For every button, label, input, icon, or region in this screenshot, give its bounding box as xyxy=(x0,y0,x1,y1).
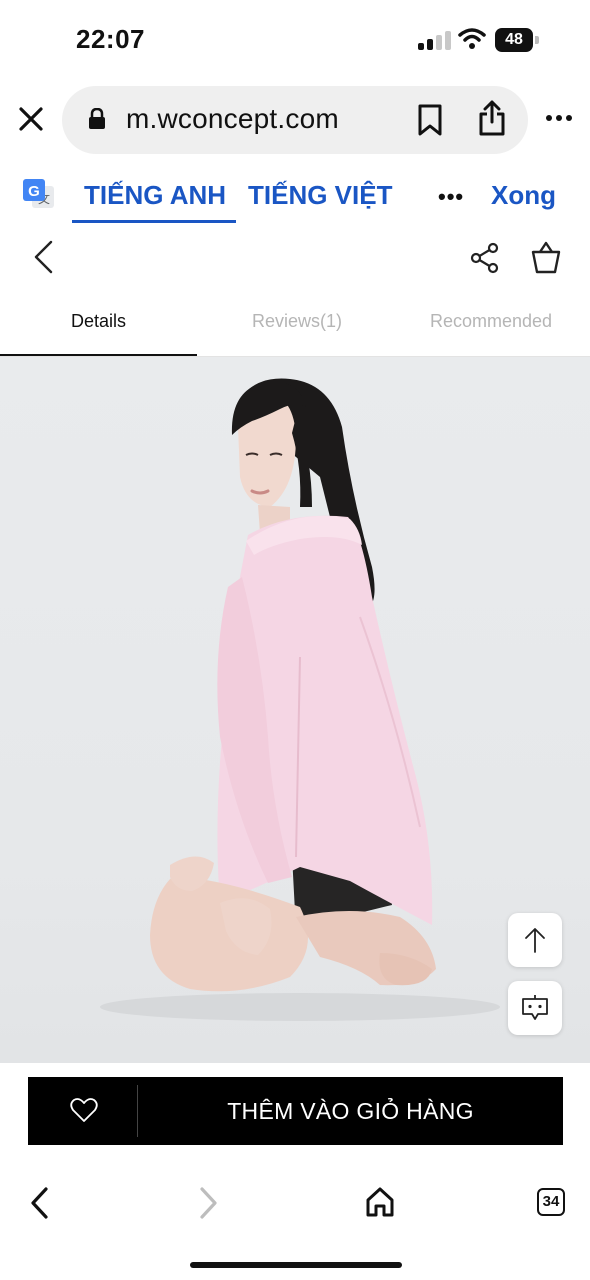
share-nodes-icon[interactable] xyxy=(470,242,500,274)
more-icon[interactable] xyxy=(545,108,573,128)
bookmark-icon[interactable] xyxy=(418,104,442,136)
url-text[interactable]: m.wconcept.com xyxy=(126,103,339,135)
active-language-underline xyxy=(72,220,236,223)
chat-icon xyxy=(522,995,548,1020)
home-indicator xyxy=(190,1262,402,1268)
model-illustration xyxy=(100,378,500,1021)
tabs-button[interactable]: 34 xyxy=(537,1188,565,1216)
scroll-to-top-icon xyxy=(525,928,545,953)
wifi-icon xyxy=(458,28,486,49)
signal-icon xyxy=(418,30,452,50)
forward-icon[interactable] xyxy=(198,1186,220,1220)
product-image[interactable] xyxy=(0,357,590,1063)
home-icon[interactable] xyxy=(365,1186,395,1218)
close-icon[interactable] xyxy=(18,106,44,132)
google-translate-icon: 文 G xyxy=(23,179,54,208)
add-to-cart-button[interactable]: THÊM VÀO GIỎ HÀNG xyxy=(138,1098,563,1125)
share-icon[interactable] xyxy=(478,100,506,136)
chat-button[interactable] xyxy=(508,981,562,1035)
status-bar: 22:07 48 xyxy=(0,0,590,80)
svg-text:G: G xyxy=(28,183,40,200)
status-time: 22:07 xyxy=(76,24,145,54)
back-arrow-icon[interactable] xyxy=(32,240,54,274)
language-tab-vietnamese[interactable]: TIẾNG VIỆT xyxy=(248,180,392,211)
shopping-bag-icon[interactable] xyxy=(530,240,562,274)
scroll-to-top-button[interactable] xyxy=(508,913,562,967)
battery-level: 48 xyxy=(495,28,533,52)
lock-icon xyxy=(89,108,105,129)
language-tab-english[interactable]: TIẾNG ANH xyxy=(84,180,226,211)
tab-reviews[interactable]: Reviews(1) xyxy=(252,311,342,332)
add-to-cart-bar: THÊM VÀO GIỎ HÀNG xyxy=(28,1077,563,1145)
heart-icon[interactable] xyxy=(70,1097,98,1123)
translate-more-button[interactable]: ••• xyxy=(438,184,464,210)
tab-recommended[interactable]: Recommended xyxy=(430,311,552,332)
battery-icon: 48 xyxy=(495,28,539,52)
back-icon[interactable] xyxy=(28,1186,50,1220)
translate-done-button[interactable]: Xong xyxy=(491,180,556,211)
tab-details[interactable]: Details xyxy=(71,311,126,332)
